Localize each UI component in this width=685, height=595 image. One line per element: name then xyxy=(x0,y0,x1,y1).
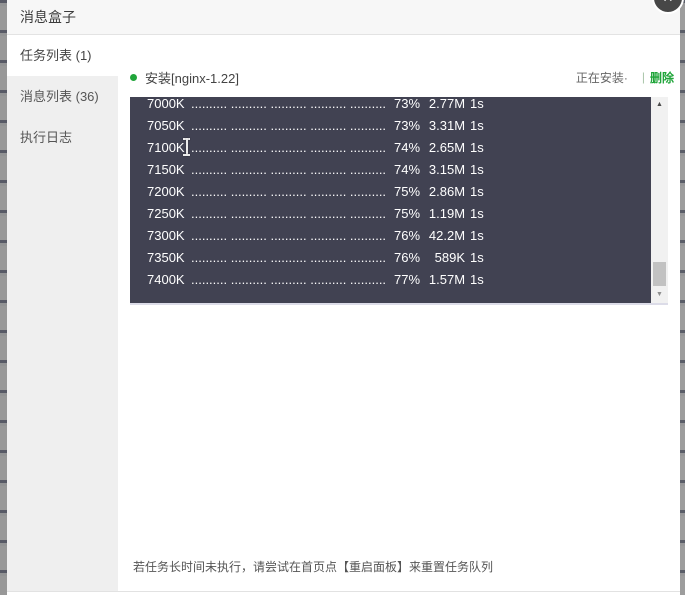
cl-dots: .......... .......... .......... .......… xyxy=(191,272,387,287)
sidebar-tabs: 任务列表 (1) 消息列表 (36) 执行日志 xyxy=(7,35,118,591)
cl-eta: 1s xyxy=(470,184,484,199)
cl-pct: 77% xyxy=(394,272,421,287)
scroll-down-button[interactable]: ▼ xyxy=(651,287,668,303)
cl-pct: 73% xyxy=(394,96,421,111)
cl-pct: 76% xyxy=(394,250,421,265)
cl-pct: 74% xyxy=(394,140,421,155)
cl-dots: .......... .......... .......... .......… xyxy=(191,162,387,177)
cl-speed: 3.15M xyxy=(428,162,466,177)
cl-speed: 2.77M xyxy=(428,96,466,111)
console-line: 7050K .......... .......... .......... ..… xyxy=(147,115,651,137)
cl-speed: 3.31M xyxy=(428,118,466,133)
cl-pct: 73% xyxy=(394,118,421,133)
cl-eta: 1s xyxy=(470,250,484,265)
console-line: 7300K .......... .......... .......... ..… xyxy=(147,225,651,247)
cl-k: 7100K xyxy=(147,140,185,155)
message-box-modal: 消息盒子 任务列表 (1) 消息列表 (36) 执行日志 安装[nginx-1.22… xyxy=(7,0,680,592)
cl-pct: 74% xyxy=(394,162,421,177)
modal-body: 任务列表 (1) 消息列表 (36) 执行日志 安装[nginx-1.22] 正在安… xyxy=(7,35,680,591)
modal-header: 消息盒子 xyxy=(7,0,680,35)
cl-speed: 589K xyxy=(434,250,466,265)
cl-k: 7300K xyxy=(147,228,185,243)
console-line: 7250K .......... .......... .......... ..… xyxy=(147,203,651,225)
cl-speed: 2.65M xyxy=(428,140,466,155)
install-log-console: 7000K .......... .......... .......... ..… xyxy=(130,96,668,303)
cl-k: 7000K xyxy=(147,96,185,111)
console-line: 7150K .......... .......... .......... ..… xyxy=(147,159,651,181)
cl-eta: 1s xyxy=(470,206,484,221)
sidebar-item-1[interactable]: 消息列表 (36) xyxy=(7,76,118,117)
console-line: 7000K .......... .......... .......... ..… xyxy=(147,93,651,115)
cl-k: 7350K xyxy=(147,250,185,265)
cl-dots: .......... .......... .......... .......… xyxy=(191,184,387,199)
cl-k: 7400K xyxy=(147,272,185,287)
cl-speed: 1.19M xyxy=(428,206,466,221)
cl-k: 7200K xyxy=(147,184,185,199)
delete-task-button[interactable]: 删除 xyxy=(650,69,674,86)
cl-dots: .......... .......... .......... .......… xyxy=(191,118,387,133)
console-line: 7200K .......... .......... .......... ..… xyxy=(147,181,651,203)
scroll-down-icon: ▼ xyxy=(656,291,663,298)
cl-speed: 1.57M xyxy=(428,272,466,287)
cl-k: 7250K xyxy=(147,206,185,221)
cl-pct: 76% xyxy=(394,228,421,243)
background-page-right-edge xyxy=(680,0,685,595)
cl-pct: 75% xyxy=(394,184,421,199)
cl-dots: .......... .......... .......... .......… xyxy=(191,140,387,155)
task-status-text: 正在安装· xyxy=(575,70,628,85)
task-action-divider: | xyxy=(641,70,645,84)
cl-eta: 1s xyxy=(470,140,484,155)
task-name: 安装[nginx-1.22] xyxy=(145,70,239,86)
cl-eta: 1s xyxy=(470,272,484,287)
scrollbar-track[interactable] xyxy=(651,113,668,287)
cl-k: 7150K xyxy=(147,162,185,177)
cl-dots: .......... .......... .......... .......… xyxy=(191,96,387,111)
console-line: 7350K .......... .......... .......... ..… xyxy=(147,247,651,269)
console-output[interactable]: 7000K .......... .......... .......... ..… xyxy=(130,93,651,303)
task-row: 安装[nginx-1.22] 正在安装· | 删除 xyxy=(130,66,674,88)
cl-speed: 2.86M xyxy=(428,184,466,199)
cl-speed: 42.2M xyxy=(428,228,466,243)
console-scrollbar: ▲ ▼ xyxy=(651,97,668,303)
modal-title: 消息盒子 xyxy=(20,9,76,25)
task-status-dot-icon xyxy=(130,73,137,81)
cl-eta: 1s xyxy=(470,228,484,243)
task-list-panel: 安装[nginx-1.22] 正在安装· | 删除 7000K.........… xyxy=(118,35,680,591)
sidebar-item-0[interactable]: 任务列表 (1) xyxy=(7,35,118,76)
cl-dots: .......... .......... .......... .......… xyxy=(191,250,387,265)
cl-pct: 75% xyxy=(394,206,421,221)
cl-eta: 1s xyxy=(470,118,484,133)
screen: ✕ 消息盒子 任务列表 (1)消息列表 (36)执行日志 安装[nginx-1.… xyxy=(0,0,685,595)
sidebar-item-2[interactable]: 执行日志 xyxy=(7,117,118,158)
background-page-left-edge xyxy=(0,0,7,595)
cl-eta: 1s xyxy=(470,96,484,111)
task-queue-tip: 若任务长时间未执行，请尝试在首页点【重启面板】来重置任务队列 xyxy=(133,560,494,574)
cl-eta: 1s xyxy=(470,162,484,177)
console-line: 7100K .......... .......... .......... ..… xyxy=(147,137,651,159)
scroll-up-button[interactable]: ▲ xyxy=(651,97,668,113)
cl-k: 7050K xyxy=(147,118,185,133)
close-icon: ✕ xyxy=(663,0,674,5)
console-line: 7400K .......... .......... .......... ..… xyxy=(147,269,651,291)
cl-dots: .......... .......... .......... .......… xyxy=(191,206,387,221)
cl-dots: .......... .......... .......... .......… xyxy=(191,228,387,243)
scroll-up-icon: ▲ xyxy=(656,101,663,108)
scrollbar-thumb[interactable] xyxy=(653,262,666,286)
